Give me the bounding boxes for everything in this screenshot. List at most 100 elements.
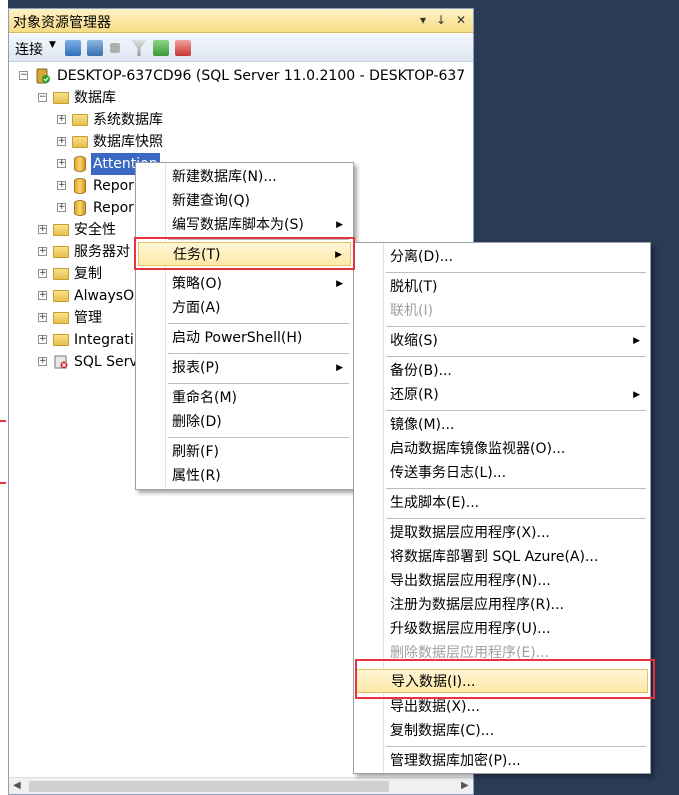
horizontal-scrollbar[interactable]: ◀ ▶ [9, 777, 473, 794]
expand-icon[interactable]: + [57, 181, 66, 190]
folder-icon [53, 312, 69, 324]
folder-icon [72, 136, 88, 148]
scroll-left-icon[interactable]: ◀ [13, 780, 21, 791]
menu-item-manage-encryption[interactable]: 管理数据库加密(P)... [356, 749, 648, 773]
menu-separator [386, 746, 646, 747]
folder-icon [53, 268, 69, 280]
menu-separator [386, 326, 646, 327]
activity-monitor-icon[interactable] [175, 40, 191, 56]
context-menu: 新建数据库(N)... 新建查询(Q) 编写数据库脚本为(S) ▶ 任务(T) … [135, 162, 354, 490]
disconnect-icon[interactable] [87, 40, 103, 56]
expand-icon[interactable]: + [38, 225, 47, 234]
menu-item-mirror-monitor[interactable]: 启动数据库镜像监视器(O)... [356, 437, 648, 461]
menu-item-rename[interactable]: 重命名(M) [138, 386, 351, 410]
expand-icon[interactable]: + [38, 269, 47, 278]
collapse-icon[interactable]: − [38, 93, 47, 102]
menu-item-refresh[interactable]: 刷新(F) [138, 440, 351, 464]
submenu-arrow-icon: ▶ [336, 279, 343, 289]
collapse-icon[interactable]: − [19, 71, 28, 80]
chevron-down-icon[interactable]: ▼ [49, 40, 56, 50]
tree-label: Repor [93, 178, 134, 194]
pin-icon[interactable]: ↓ [433, 12, 449, 28]
folder-icon [53, 334, 69, 346]
expand-icon[interactable]: + [57, 203, 66, 212]
expand-icon[interactable]: + [57, 137, 66, 146]
menu-item-upgrade-dac[interactable]: 升级数据层应用程序(U)... [356, 617, 648, 641]
tree-label: AlwaysO [74, 288, 135, 304]
scroll-right-icon[interactable]: ▶ [461, 780, 469, 791]
expand-icon[interactable]: + [57, 159, 66, 168]
red-mark [0, 482, 6, 484]
expand-icon[interactable]: + [38, 291, 47, 300]
connect-button[interactable]: 连接 [15, 39, 43, 59]
filter-icon[interactable] [131, 40, 147, 56]
expand-icon[interactable]: + [57, 115, 66, 124]
menu-item-facets[interactable]: 方面(A) [138, 296, 351, 320]
close-icon[interactable]: ✕ [453, 12, 469, 28]
tasks-submenu: 分离(D)... 脱机(T) 联机(I) 收缩(S) ▶ 备份(B)... 还原… [353, 242, 651, 774]
panel-toolbar: 连接 ▼ [9, 34, 473, 62]
database-icon [74, 178, 86, 194]
menu-item-register-dac[interactable]: 注册为数据层应用程序(R)... [356, 593, 648, 617]
menu-item-label: 编写数据库脚本为(S) [172, 217, 304, 233]
menu-separator [168, 323, 349, 324]
menu-item-deploy-azure[interactable]: 将数据库部署到 SQL Azure(A)... [356, 545, 648, 569]
menu-item-backup[interactable]: 备份(B)... [356, 359, 648, 383]
menu-item-powershell[interactable]: 启动 PowerShell(H) [138, 326, 351, 350]
expand-icon[interactable]: + [38, 313, 47, 322]
tree-label: 服务器对 [74, 244, 130, 260]
menu-separator [168, 239, 349, 240]
menu-item-export-dac[interactable]: 导出数据层应用程序(N)... [356, 569, 648, 593]
menu-item-script-as[interactable]: 编写数据库脚本为(S) ▶ [138, 213, 351, 237]
menu-item-tasks[interactable]: 任务(T) ▶ [138, 242, 351, 266]
menu-item-properties[interactable]: 属性(R) [138, 464, 351, 488]
menu-item-generate-scripts[interactable]: 生成脚本(E)... [356, 491, 648, 515]
expand-icon[interactable]: + [38, 247, 47, 256]
menu-item-label: 收缩(S) [390, 333, 438, 349]
menu-item-delete-dac: 删除数据层应用程序(E)... [390, 645, 550, 661]
connect-object-explorer-icon[interactable] [65, 40, 81, 56]
menu-item-detach[interactable]: 分离(D)... [356, 245, 648, 269]
folder-icon [53, 224, 69, 236]
dropdown-icon[interactable]: ▾ [415, 12, 431, 28]
menu-item-import-data[interactable]: 导入数据(I)... [356, 669, 648, 693]
expand-icon[interactable]: + [38, 335, 47, 344]
expand-icon[interactable]: + [38, 357, 47, 366]
tree-label: DESKTOP-637CD96 (SQL Server 11.0.2100 - … [57, 68, 466, 84]
menu-item-delete[interactable]: 删除(D) [138, 410, 351, 434]
submenu-arrow-icon: ▶ [633, 336, 640, 346]
menu-item-label: 策略(O) [172, 276, 222, 292]
tree-label: SQL Serv [74, 354, 138, 370]
menu-item-label: 任务(T) [173, 247, 221, 263]
stop-icon[interactable] [110, 43, 120, 53]
menu-item-extract-dac[interactable]: 提取数据层应用程序(X)... [356, 521, 648, 545]
red-mark [0, 420, 6, 422]
menu-separator [386, 488, 646, 489]
menu-item-new-database[interactable]: 新建数据库(N)... [138, 165, 351, 189]
folder-icon [53, 290, 69, 302]
menu-item-shrink[interactable]: 收缩(S) ▶ [356, 329, 648, 353]
menu-item-new-query[interactable]: 新建查询(Q) [138, 189, 351, 213]
menu-item-log-shipping[interactable]: 传送事务日志(L)... [356, 461, 648, 485]
refresh-icon[interactable] [153, 40, 169, 56]
tree-label: 数据库快照 [93, 134, 163, 150]
panel-title: 对象资源管理器 [13, 15, 111, 31]
menu-item-mirror[interactable]: 镜像(M)... [356, 413, 648, 437]
tree-label: 系统数据库 [93, 112, 163, 128]
tree-label: 安全性 [74, 222, 116, 238]
menu-item-copy-database[interactable]: 复制数据库(C)... [356, 719, 648, 743]
submenu-arrow-icon: ▶ [336, 363, 343, 373]
submenu-arrow-icon: ▶ [336, 220, 343, 230]
menu-item-offline[interactable]: 脱机(T) [356, 275, 648, 299]
menu-item-label: 报表(P) [172, 360, 220, 376]
folder-icon [53, 92, 69, 104]
agent-icon [54, 355, 68, 369]
tree-label: Integrati [74, 332, 134, 348]
menu-item-export-data[interactable]: 导出数据(X)... [356, 695, 648, 719]
menu-item-reports[interactable]: 报表(P) ▶ [138, 356, 351, 380]
menu-separator [386, 272, 646, 273]
menu-item-restore[interactable]: 还原(R) ▶ [356, 383, 648, 407]
menu-item-policies[interactable]: 策略(O) ▶ [138, 272, 351, 296]
scrollbar-thumb[interactable] [29, 781, 389, 792]
menu-separator [386, 410, 646, 411]
